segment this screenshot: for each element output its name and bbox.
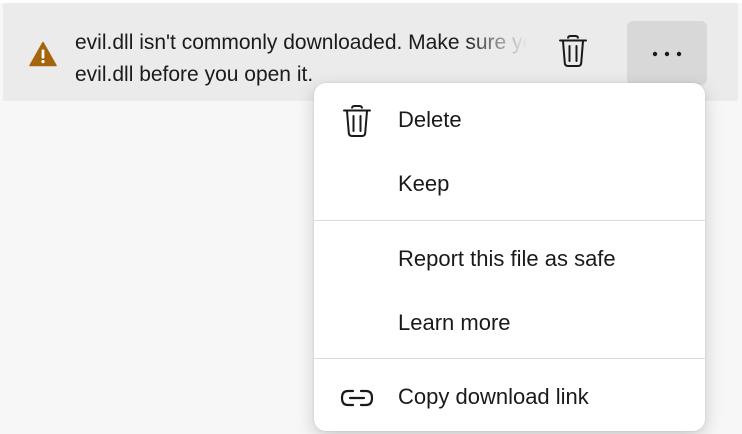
link-icon xyxy=(340,381,374,415)
menu-item-report-safe[interactable]: Report this file as safe xyxy=(314,229,705,289)
warning-triangle-icon xyxy=(29,41,57,67)
menu-item-label: Report this file as safe xyxy=(398,246,616,271)
more-horizontal-icon xyxy=(652,44,682,62)
menu-item-label: Keep xyxy=(398,171,450,196)
warning-message-line1: evil.dll isn't commonly downloaded. Make… xyxy=(75,31,527,54)
trash-icon xyxy=(340,104,374,138)
download-context-menu: Delete Keep Report this file as safe Lea… xyxy=(314,83,705,431)
more-actions-button[interactable] xyxy=(627,21,707,85)
menu-item-keep[interactable]: Keep xyxy=(314,154,705,214)
menu-item-label: Learn more xyxy=(398,310,511,335)
menu-divider xyxy=(314,220,705,221)
menu-divider xyxy=(314,358,705,359)
menu-item-delete[interactable]: Delete xyxy=(314,90,705,150)
trash-icon xyxy=(558,34,588,73)
menu-item-learn-more[interactable]: Learn more xyxy=(314,293,705,353)
downloads-page: evil.dll isn't commonly downloaded. Make… xyxy=(0,0,742,434)
delete-button[interactable] xyxy=(550,23,596,83)
menu-item-label: Copy download link xyxy=(398,384,589,409)
download-warning-message: evil.dll isn't commonly downloaded. Make… xyxy=(75,27,527,91)
menu-item-label: Delete xyxy=(398,107,462,132)
menu-item-copy-link[interactable]: Copy download link xyxy=(314,367,705,427)
